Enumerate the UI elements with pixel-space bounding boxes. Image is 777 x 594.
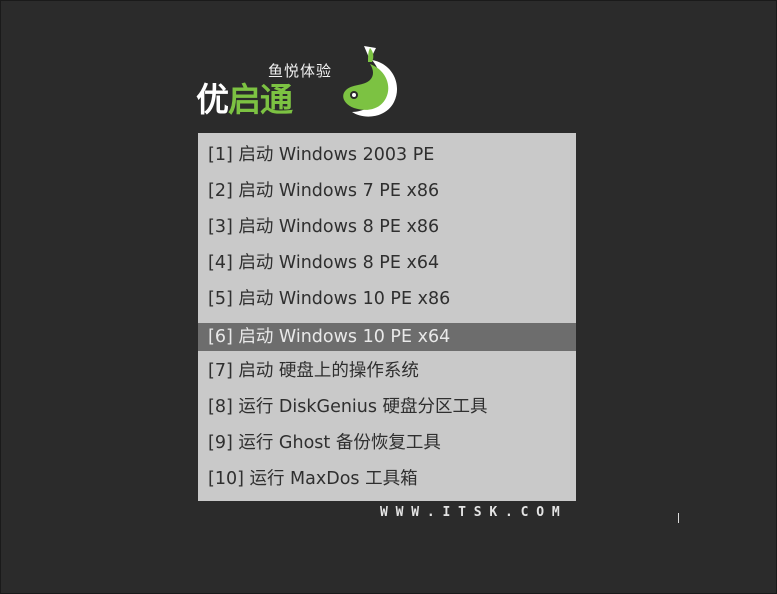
logo-name-part2: 启通 (228, 80, 293, 119)
logo-tagline: 鱼悦体验 (268, 62, 333, 80)
menu-item-9[interactable]: [9] 运行 Ghost 备份恢复工具 (198, 427, 576, 463)
logo-name: 优启通 (196, 80, 293, 120)
logo-name-part1: 优 (196, 80, 229, 119)
text-cursor (678, 513, 679, 523)
boot-menu: [1] 启动 Windows 2003 PE [2] 启动 Windows 7 … (198, 133, 576, 501)
fish-logo-icon (343, 46, 398, 117)
menu-item-8[interactable]: [8] 运行 DiskGenius 硬盘分区工具 (198, 391, 576, 427)
menu-item-4[interactable]: [4] 启动 Windows 8 PE x64 (198, 247, 576, 283)
menu-item-5[interactable]: [5] 启动 Windows 10 PE x86 (198, 283, 576, 319)
menu-item-6-selected[interactable]: [6] 启动 Windows 10 PE x64 (198, 323, 576, 351)
menu-item-1[interactable]: [1] 启动 Windows 2003 PE (198, 139, 576, 175)
menu-item-3[interactable]: [3] 启动 Windows 8 PE x86 (198, 211, 576, 247)
menu-item-7[interactable]: [7] 启动 硬盘上的操作系统 (198, 355, 576, 391)
website-url: WWW.ITSK.COM (380, 505, 568, 520)
logo: 鱼悦体验 优启通 (196, 40, 406, 124)
menu-item-10[interactable]: [10] 运行 MaxDos 工具箱 (198, 463, 576, 499)
menu-item-2[interactable]: [2] 启动 Windows 7 PE x86 (198, 175, 576, 211)
